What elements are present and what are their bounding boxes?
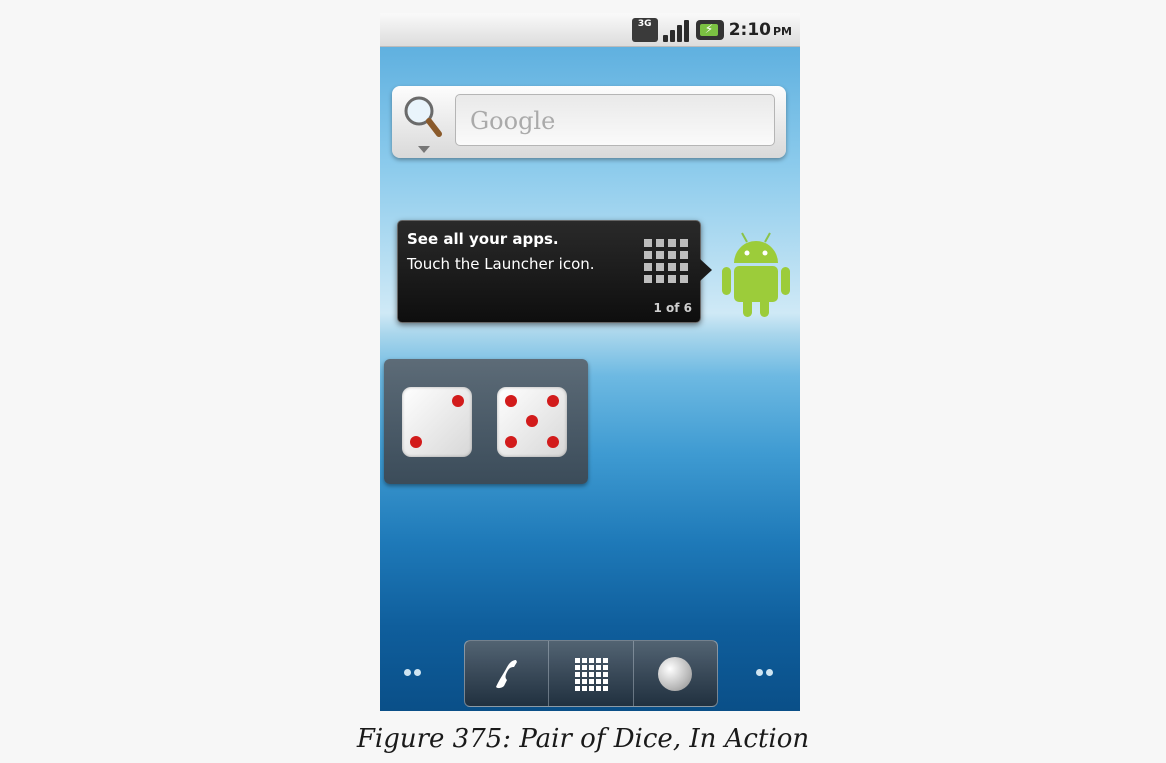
launcher-dock <box>464 640 718 707</box>
die-pip <box>452 395 464 407</box>
die-1[interactable] <box>402 387 472 457</box>
figure-caption: Figure 375: Pair of Dice, In Action <box>356 724 810 754</box>
phone-screen: 3G ⚡ 2:10 PM Google See all your apps. To… <box>380 13 800 711</box>
google-search-widget[interactable]: Google <box>392 86 786 158</box>
pair-of-dice-widget[interactable] <box>384 359 588 484</box>
browser-button[interactable] <box>634 641 717 706</box>
search-source-dropdown-icon[interactable] <box>418 146 430 153</box>
search-icon[interactable] <box>402 94 442 144</box>
home-screen-right-indicator[interactable] <box>756 669 773 676</box>
launcher-grid-icon <box>574 657 608 691</box>
browser-globe-icon <box>658 656 693 691</box>
home-screen-left-indicator[interactable] <box>404 669 421 676</box>
status-bar: 3G ⚡ 2:10 PM <box>380 13 800 47</box>
die-pip <box>547 436 559 448</box>
launcher-tip-bubble[interactable]: See all your apps. Touch the Launcher ic… <box>397 220 712 323</box>
launcher-grid-icon <box>644 239 688 283</box>
tip-body: Touch the Launcher icon. <box>407 255 595 273</box>
app-launcher-button[interactable] <box>549 641 634 706</box>
phone-icon <box>495 659 517 688</box>
die-2[interactable] <box>497 387 567 457</box>
status-clock: 2:10 PM <box>728 19 792 40</box>
die-pip <box>505 436 517 448</box>
signal-strength-icon <box>662 18 691 42</box>
phone-button[interactable] <box>465 641 550 706</box>
battery-charging-icon: ⚡ <box>695 19 724 40</box>
tip-title: See all your apps. <box>407 230 559 248</box>
die-pip <box>505 395 517 407</box>
die-pip <box>526 415 538 427</box>
android-robot-icon[interactable] <box>720 229 792 319</box>
die-pip <box>410 436 422 448</box>
tip-counter: 1 of 6 <box>653 301 692 315</box>
search-input[interactable]: Google <box>455 94 775 146</box>
3g-data-icon: 3G <box>631 17 658 42</box>
die-pip <box>547 395 559 407</box>
